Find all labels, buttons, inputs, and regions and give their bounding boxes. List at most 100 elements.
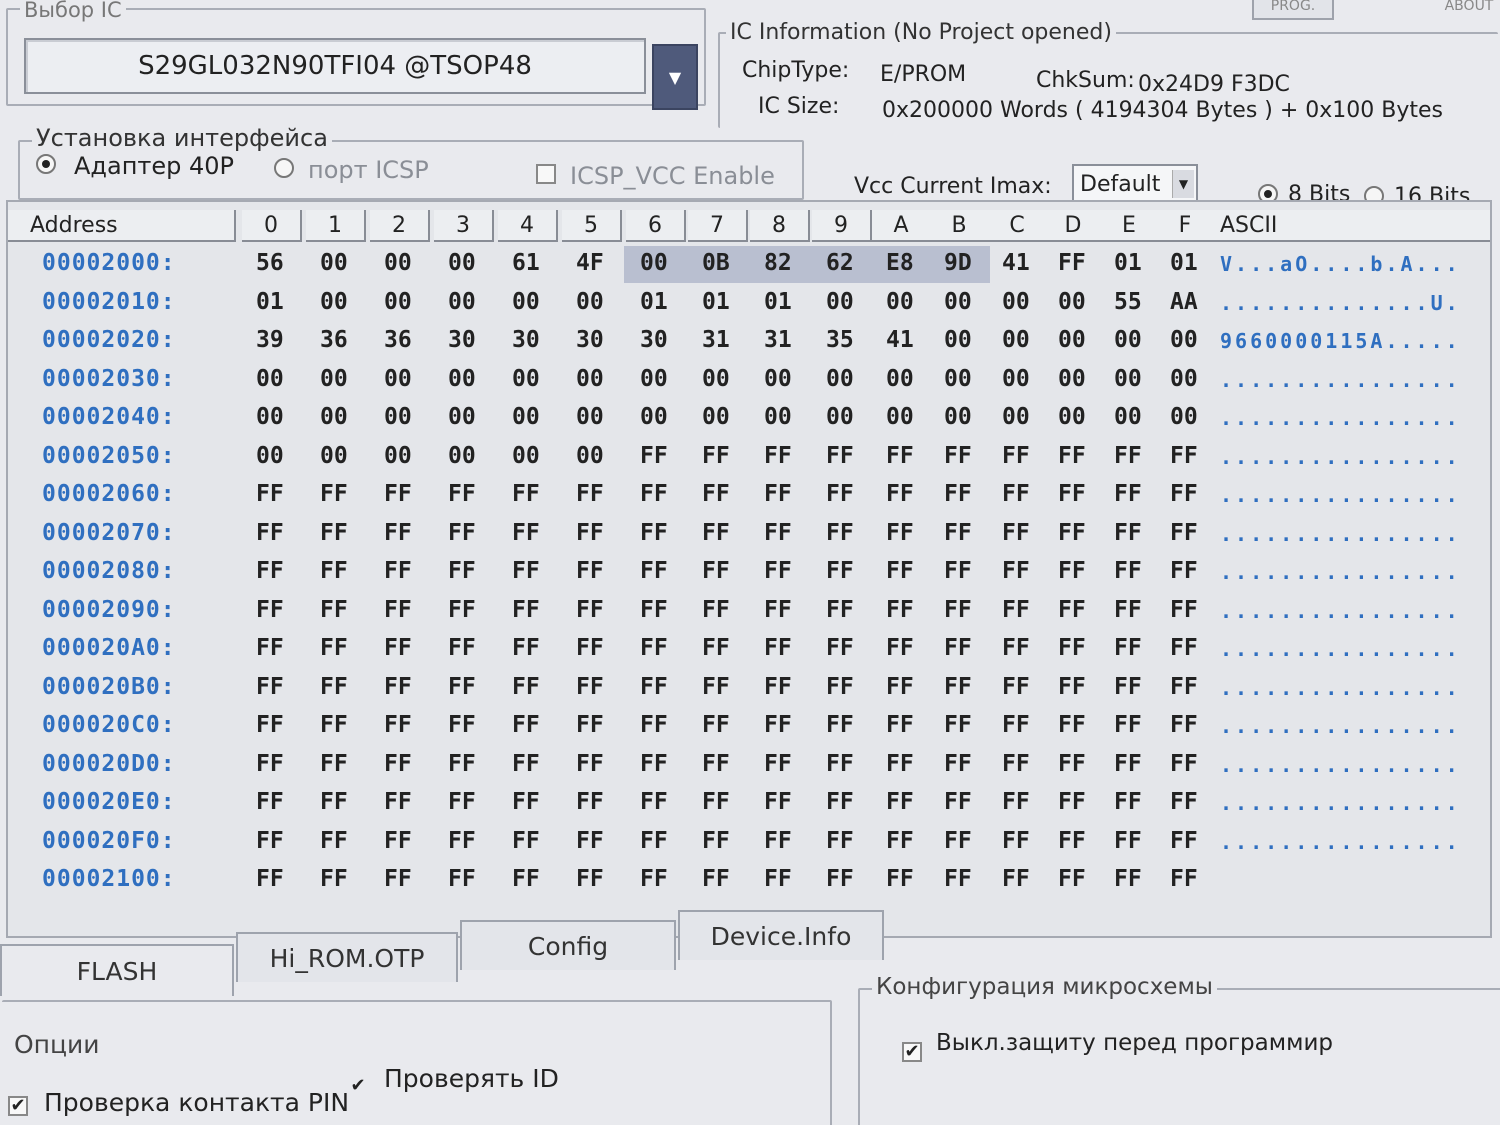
hex-byte-cell[interactable]: 00 (640, 404, 668, 430)
hex-byte-cell[interactable]: FF (256, 789, 284, 815)
row-address[interactable]: 00002100: (42, 866, 176, 892)
ascii-cell[interactable]: ................ (1220, 791, 1461, 815)
hex-byte-cell[interactable]: FF (448, 789, 476, 815)
hex-byte-cell[interactable]: 41 (1002, 250, 1030, 276)
row-address[interactable]: 00002010: (42, 289, 176, 315)
hex-byte-cell[interactable]: FF (576, 751, 604, 777)
hex-byte-cell[interactable]: 00 (1002, 327, 1030, 353)
hex-byte-cell[interactable]: FF (826, 481, 854, 507)
hex-byte-cell[interactable]: FF (384, 828, 412, 854)
hex-byte-cell[interactable]: FF (1170, 520, 1198, 546)
hex-byte-cell[interactable]: FF (826, 674, 854, 700)
hex-byte-cell[interactable]: 00 (320, 289, 348, 315)
ascii-cell[interactable]: 9660000115A..... (1220, 329, 1461, 353)
hex-byte-cell[interactable]: 00 (320, 366, 348, 392)
hex-byte-cell[interactable]: FF (886, 828, 914, 854)
hex-byte-cell[interactable]: FF (576, 789, 604, 815)
hex-byte-cell[interactable]: FF (886, 520, 914, 546)
hex-byte-cell[interactable]: FF (320, 789, 348, 815)
hex-byte-cell[interactable]: FF (764, 597, 792, 623)
hex-byte-cell[interactable]: FF (512, 674, 540, 700)
hex-byte-cell[interactable]: FF (886, 558, 914, 584)
hex-byte-cell[interactable]: 00 (448, 289, 476, 315)
hex-byte-cell[interactable]: FF (764, 866, 792, 892)
hex-byte-cell[interactable]: FF (764, 712, 792, 738)
hex-byte-cell[interactable]: FF (1058, 789, 1086, 815)
hex-byte-cell[interactable]: FF (1114, 674, 1142, 700)
hex-byte-cell[interactable]: 00 (1170, 404, 1198, 430)
hex-byte-cell[interactable]: FF (384, 712, 412, 738)
chip-select-dropdown-button[interactable]: ▼ (652, 44, 698, 110)
hex-byte-cell[interactable]: FF (1114, 597, 1142, 623)
hex-byte-cell[interactable]: FF (576, 558, 604, 584)
tab-device-info[interactable]: Device.Info (678, 910, 884, 960)
hex-byte-cell[interactable]: FF (256, 751, 284, 777)
hex-byte-cell[interactable]: FF (886, 866, 914, 892)
hex-byte-cell[interactable]: 00 (576, 443, 604, 469)
hex-byte-cell[interactable]: FF (256, 597, 284, 623)
hex-byte-cell[interactable]: 00 (640, 250, 668, 276)
hex-byte-cell[interactable]: FF (256, 481, 284, 507)
ascii-cell[interactable]: ................ (1220, 753, 1461, 777)
hex-byte-cell[interactable]: FF (702, 558, 730, 584)
hex-byte-cell[interactable]: FF (512, 558, 540, 584)
hex-byte-cell[interactable]: 00 (448, 443, 476, 469)
ascii-cell[interactable]: ................ (1220, 483, 1461, 507)
hex-byte-cell[interactable]: FF (320, 866, 348, 892)
hex-byte-cell[interactable]: FF (640, 712, 668, 738)
hex-byte-cell[interactable]: FF (944, 751, 972, 777)
row-address[interactable]: 000020A0: (42, 635, 176, 661)
hex-byte-cell[interactable]: FF (826, 597, 854, 623)
hex-byte-cell[interactable]: 00 (320, 250, 348, 276)
hex-byte-cell[interactable]: 00 (826, 366, 854, 392)
hex-byte-cell[interactable]: FF (826, 712, 854, 738)
hex-byte-cell[interactable]: FF (384, 520, 412, 546)
hex-byte-cell[interactable]: 0B (702, 250, 730, 276)
hex-byte-cell[interactable]: FF (448, 866, 476, 892)
hex-byte-cell[interactable]: FF (256, 712, 284, 738)
row-address[interactable]: 000020F0: (42, 828, 176, 854)
hex-byte-cell[interactable]: 00 (764, 366, 792, 392)
hex-byte-cell[interactable]: FF (826, 520, 854, 546)
hex-byte-cell[interactable]: FF (1114, 520, 1142, 546)
hex-byte-cell[interactable]: E8 (886, 250, 914, 276)
hex-byte-cell[interactable]: 36 (384, 327, 412, 353)
tab-hi-rom-otp[interactable]: Hi_ROM.OTP (236, 932, 458, 982)
hex-byte-cell[interactable]: FF (384, 635, 412, 661)
hex-byte-cell[interactable]: FF (1114, 751, 1142, 777)
hex-byte-cell[interactable]: FF (448, 674, 476, 700)
hex-byte-cell[interactable]: 00 (256, 366, 284, 392)
row-address[interactable]: 000020E0: (42, 789, 176, 815)
hex-byte-cell[interactable]: FF (944, 597, 972, 623)
hex-byte-cell[interactable]: FF (826, 635, 854, 661)
hex-byte-cell[interactable]: 00 (384, 250, 412, 276)
ascii-cell[interactable]: ................ (1220, 637, 1461, 661)
hex-byte-cell[interactable]: 00 (1058, 366, 1086, 392)
hex-byte-cell[interactable]: FF (576, 597, 604, 623)
ascii-cell[interactable]: ................ (1220, 406, 1461, 430)
hex-byte-cell[interactable]: 4F (576, 250, 604, 276)
hex-byte-cell[interactable]: FF (702, 828, 730, 854)
hex-byte-cell[interactable]: FF (826, 866, 854, 892)
hex-byte-cell[interactable]: FF (702, 635, 730, 661)
hex-byte-cell[interactable]: FF (1002, 635, 1030, 661)
hex-byte-cell[interactable]: 01 (702, 289, 730, 315)
hex-byte-cell[interactable]: FF (640, 481, 668, 507)
ascii-cell[interactable]: ................ (1220, 368, 1461, 392)
hex-byte-cell[interactable]: FF (576, 520, 604, 546)
chip-select-field[interactable]: S29GL032N90TFI04 @TSOP48 (24, 38, 646, 94)
hex-byte-cell[interactable]: FF (1002, 828, 1030, 854)
hex-byte-cell[interactable]: FF (1114, 866, 1142, 892)
hex-byte-cell[interactable]: 00 (384, 404, 412, 430)
hex-byte-cell[interactable]: FF (702, 751, 730, 777)
hex-byte-cell[interactable]: 00 (1114, 404, 1142, 430)
hex-byte-cell[interactable]: 00 (764, 404, 792, 430)
hex-byte-cell[interactable]: FF (320, 558, 348, 584)
hex-byte-cell[interactable]: FF (1002, 674, 1030, 700)
hex-byte-cell[interactable]: 01 (640, 289, 668, 315)
row-address[interactable]: 00002020: (42, 327, 176, 353)
hex-byte-cell[interactable]: 31 (764, 327, 792, 353)
hex-byte-cell[interactable]: FF (512, 828, 540, 854)
hex-byte-cell[interactable]: 30 (576, 327, 604, 353)
hex-byte-cell[interactable]: FF (1114, 635, 1142, 661)
